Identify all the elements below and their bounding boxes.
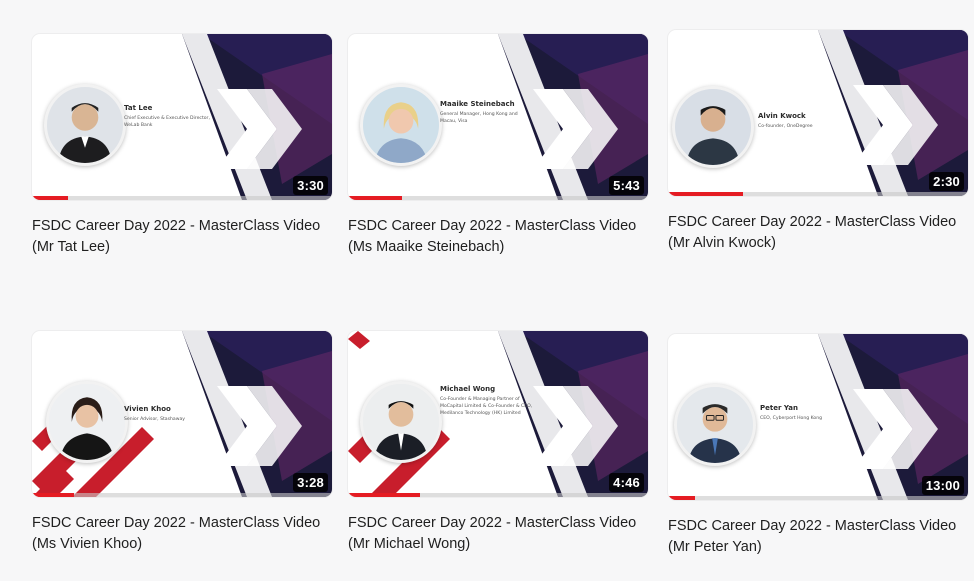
watch-progress-track [32,196,332,200]
video-thumbnail[interactable]: Vivien Khoo Senior Advisor, Stashaway 3:… [32,331,332,497]
speaker-info: Tat Lee Chief Executive & Executive Dire… [124,104,219,129]
duration-badge: 4:46 [609,473,644,492]
speaker-info: Alvin Kwock Co-founder, OneDegree [758,112,813,130]
speaker-info: Michael Wong Co-Founder & Managing Partn… [440,385,535,417]
video-card[interactable]: Maaike Steinebach General Manager, Hong … [348,34,648,258]
video-title[interactable]: FSDC Career Day 2022 - MasterClass Video… [32,513,322,555]
speaker-name: Maaike Steinebach [440,100,515,108]
speaker-role: Co-Founder & Managing Partner of MoCapit… [440,397,533,416]
speaker-info: Maaike Steinebach General Manager, Hong … [440,100,535,125]
video-card[interactable]: Michael Wong Co-Founder & Managing Partn… [348,331,648,555]
speaker-avatar [44,84,126,166]
video-card[interactable]: Peter Yan CEO, Cyberport Hong Kong 13:00… [668,334,968,558]
speaker-avatar [360,84,442,166]
watch-progress-bar [32,493,74,497]
speaker-name: Peter Yan [760,404,798,412]
video-thumbnail[interactable]: Tat Lee Chief Executive & Executive Dire… [32,34,332,200]
video-card[interactable]: Tat Lee Chief Executive & Executive Dire… [32,34,332,258]
video-grid: Tat Lee Chief Executive & Executive Dire… [0,0,974,581]
video-thumbnail[interactable]: Alvin Kwock Co-founder, OneDegree 2:30 [668,30,968,196]
video-title[interactable]: FSDC Career Day 2022 - MasterClass Video… [668,212,958,254]
speaker-role: Chief Executive & Executive Director, We… [124,116,210,128]
speaker-avatar [672,86,754,168]
video-title[interactable]: FSDC Career Day 2022 - MasterClass Video… [668,516,958,558]
watch-progress-bar [348,493,420,497]
speaker-role: Senior Advisor, Stashaway [124,417,186,422]
speaker-name: Tat Lee [124,104,153,112]
video-title[interactable]: FSDC Career Day 2022 - MasterClass Video… [348,513,638,555]
video-thumbnail[interactable]: Peter Yan CEO, Cyberport Hong Kong 13:00 [668,334,968,500]
speaker-avatar [360,381,442,463]
watch-progress-track [668,496,968,500]
speaker-info: Vivien Khoo Senior Advisor, Stashaway [124,405,185,423]
duration-badge: 3:28 [293,473,328,492]
duration-badge: 13:00 [921,476,964,495]
video-thumbnail[interactable]: Maaike Steinebach General Manager, Hong … [348,34,648,200]
video-thumbnail[interactable]: Michael Wong Co-Founder & Managing Partn… [348,331,648,497]
video-title[interactable]: FSDC Career Day 2022 - MasterClass Video… [348,216,638,258]
speaker-name: Vivien Khoo [124,405,171,413]
video-title[interactable]: FSDC Career Day 2022 - MasterClass Video… [32,216,322,258]
watch-progress-track [32,493,332,497]
speaker-role: CEO, Cyberport Hong Kong [760,416,823,421]
speaker-name: Alvin Kwock [758,112,806,120]
speaker-info: Peter Yan CEO, Cyberport Hong Kong [760,404,822,422]
speaker-role: General Manager, Hong Kong and Macau, Vi… [440,112,518,124]
duration-badge: 2:30 [929,172,964,191]
speaker-name: Michael Wong [440,385,496,393]
duration-badge: 5:43 [609,176,644,195]
watch-progress-bar [32,196,68,200]
watch-progress-bar [348,196,402,200]
duration-badge: 3:30 [293,176,328,195]
video-card[interactable]: Vivien Khoo Senior Advisor, Stashaway 3:… [32,331,332,555]
watch-progress-bar [668,496,695,500]
speaker-avatar [46,381,128,463]
speaker-role: Co-founder, OneDegree [758,124,813,129]
video-card[interactable]: Alvin Kwock Co-founder, OneDegree 2:30 F… [668,30,968,254]
watch-progress-bar [668,192,743,196]
speaker-avatar [674,384,756,466]
